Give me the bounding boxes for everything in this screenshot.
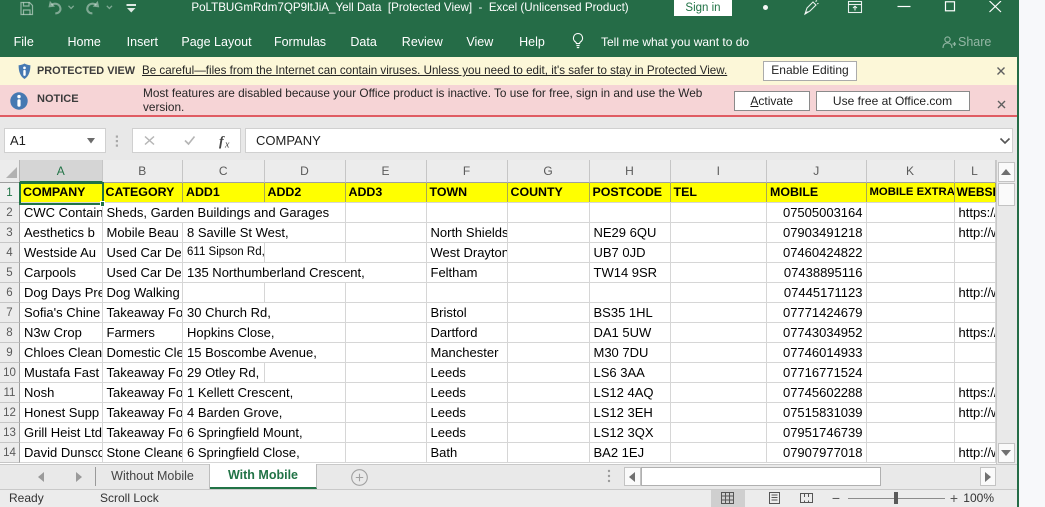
svg-text:x: x: [224, 140, 230, 151]
